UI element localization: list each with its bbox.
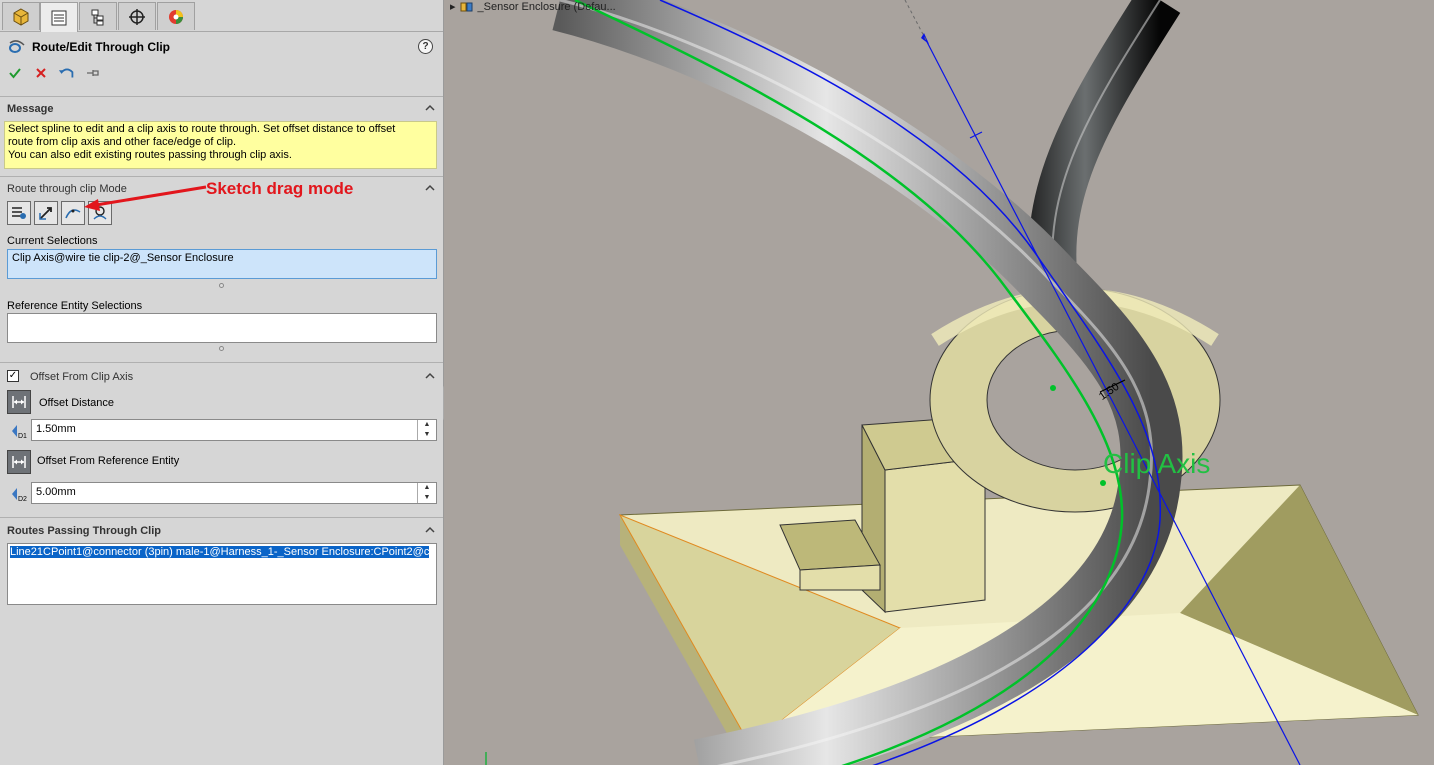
close-icon [36, 68, 46, 78]
expand-arrow-icon[interactable]: ▸ [450, 0, 456, 13]
message-line: You can also edit existing routes passin… [8, 149, 292, 161]
model-view [444, 0, 1434, 765]
mode-button-edit[interactable] [34, 201, 58, 225]
annotation-sketch-drag-mode: Sketch drag mode [206, 179, 354, 198]
route-list-item[interactable]: Line21CPoint1@connector (3pin) male-1@Ha… [10, 546, 430, 558]
tab-featuremanager[interactable] [2, 2, 40, 30]
offset-reference-toggle[interactable] [7, 450, 31, 474]
current-selections-list[interactable]: Clip Axis@wire tie clip-2@_Sensor Enclos… [7, 249, 437, 279]
manager-tabs [0, 0, 443, 32]
graphics-viewport[interactable]: ▸ _Sensor Enclosure (Defau... 1.50 Clip … [444, 0, 1434, 765]
property-manager-panel: Route/Edit Through Clip ? Message Select… [0, 0, 444, 765]
chevron-up-icon[interactable] [424, 103, 436, 113]
mode-button-route[interactable] [7, 201, 31, 225]
tab-configurationmanager[interactable] [79, 2, 117, 30]
clip-axis-label: Clip Axis [1103, 448, 1211, 479]
resize-grip-icon[interactable] [219, 346, 224, 351]
tab-propertymanager[interactable] [40, 2, 78, 32]
pm-action-bar [6, 64, 102, 82]
message-line: Select spline to edit and a clip axis to… [8, 123, 396, 135]
resize-grip-icon[interactable] [219, 283, 224, 288]
distance-icon [12, 456, 26, 468]
offset-distance-value[interactable]: 1.50mm [36, 423, 76, 435]
pm-title-label: Route/Edit Through Clip [32, 40, 170, 54]
undo-button[interactable] [58, 64, 76, 82]
offset-checkbox[interactable]: ✓ [7, 370, 19, 382]
reference-entity-list[interactable] [7, 313, 437, 343]
edit-arrow-icon [39, 207, 52, 220]
assembly-icon [460, 2, 473, 11]
chevron-up-icon[interactable] [424, 183, 436, 193]
sketch-drag-icon [65, 209, 81, 219]
dimension-d1-icon: D1 [12, 425, 27, 440]
route-clip-icon [9, 40, 25, 53]
config-tree-icon [91, 9, 104, 25]
annotation-arrow-icon [84, 185, 207, 211]
current-selection-item[interactable]: Clip Axis@wire tie clip-2@_Sensor Enclos… [12, 252, 234, 264]
reference-entity-label: Reference Entity Selections [7, 300, 143, 312]
d2-text: D2 [18, 496, 27, 503]
message-box: Select spline to edit and a clip axis to… [4, 121, 437, 169]
undo-icon [58, 68, 74, 78]
feature-tree-flyout[interactable]: ▸ _Sensor Enclosure (Defau... [450, 0, 616, 14]
tab-display[interactable] [157, 2, 195, 30]
pin-button[interactable] [84, 64, 102, 82]
pushpin-icon [87, 70, 99, 76]
help-icon[interactable]: ? [418, 39, 433, 54]
crosshair-icon [129, 8, 145, 25]
spin-arrows[interactable]: ▲ ▼ [417, 483, 436, 503]
message-section-header[interactable]: Message [7, 103, 53, 115]
route-list-icon [12, 207, 26, 219]
routes-list[interactable]: Line21CPoint1@connector (3pin) male-1@Ha… [7, 543, 437, 605]
offset-reference-label: Offset From Reference Entity [37, 455, 180, 467]
message-line: route from clip axis and other face/edge… [8, 136, 237, 148]
offset-distance-input[interactable]: 1.50mm ▲ ▼ [31, 419, 437, 441]
chevron-up-icon[interactable] [424, 525, 436, 535]
offset-reference-value[interactable]: 5.00mm [36, 486, 76, 498]
checkmark-icon [9, 68, 21, 79]
dimension-d2-icon: D2 [12, 488, 27, 503]
chevron-up-icon[interactable] [424, 371, 436, 381]
color-wheel-icon [169, 9, 183, 24]
offset-distance-toggle[interactable] [7, 390, 31, 414]
offset-section-header[interactable]: Offset From Clip Axis [30, 371, 133, 383]
cube-icon [13, 7, 29, 26]
distance-icon [12, 396, 26, 408]
tab-dimxpert[interactable] [118, 2, 156, 30]
current-selections-label: Current Selections [7, 235, 98, 247]
cancel-button[interactable] [32, 64, 50, 82]
offset-reference-input[interactable]: 5.00mm ▲ ▼ [31, 482, 437, 504]
pm-title: Route/Edit Through Clip [8, 38, 170, 56]
d1-text: D1 [18, 433, 27, 440]
spin-arrows[interactable]: ▲ ▼ [417, 420, 436, 440]
tree-crumb-label[interactable]: _Sensor Enclosure (Defau... [478, 1, 616, 13]
routes-section-header[interactable]: Routes Passing Through Clip [7, 525, 161, 537]
ok-button[interactable] [6, 64, 24, 82]
property-list-icon [51, 10, 67, 25]
offset-distance-label: Offset Distance [39, 397, 114, 409]
